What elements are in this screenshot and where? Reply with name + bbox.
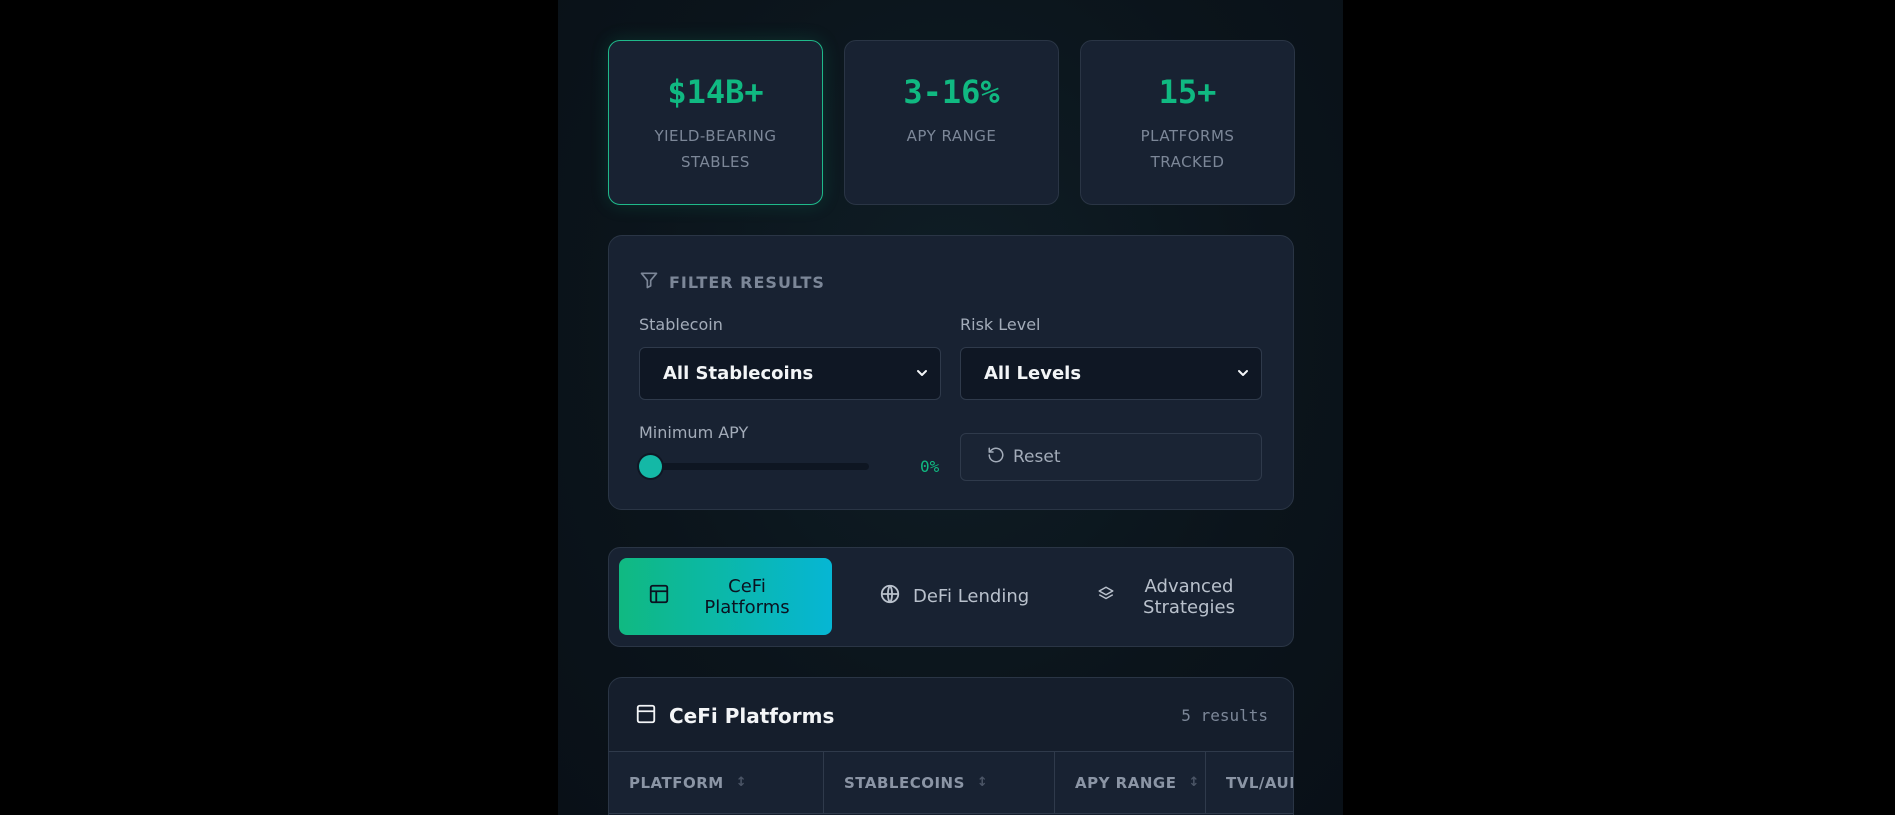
reset-label: Reset: [1013, 447, 1061, 467]
stablecoin-label: Stablecoin: [639, 315, 723, 334]
sort-icon: ↕: [976, 775, 989, 790]
tab-label: CeFi Platforms: [704, 575, 790, 618]
column-header-stablecoins[interactable]: STABLECOINS ↕: [824, 752, 1055, 813]
chevron-down-icon: [1235, 365, 1251, 386]
layout-icon: [648, 583, 670, 610]
column-label: STABLECOINS: [844, 773, 965, 792]
stat-card-apy: 3-16% APY RANGE: [844, 40, 1059, 205]
column-label: APY RANGE: [1075, 773, 1177, 792]
stat-card-stables: $14B+ YIELD-BEARING STABLES: [608, 40, 823, 205]
results-table-card: CeFi Platforms 5 results PLATFORM ↕ STAB…: [608, 677, 1294, 815]
stablecoin-select[interactable]: All Stablecoins: [639, 347, 941, 400]
filter-header: FILTER RESULTS: [639, 270, 825, 294]
table-column-headers: PLATFORM ↕ STABLECOINS ↕ APY RANGE ↕ TVL…: [609, 751, 1293, 814]
stat-card-platforms: 15+ PLATFORMS TRACKED: [1080, 40, 1295, 205]
sort-icon: ↕: [735, 775, 748, 790]
app-window: $14B+ YIELD-BEARING STABLES 3-16% APY RA…: [558, 0, 1343, 815]
tab-advanced-strategies[interactable]: Advanced Strategies: [1097, 558, 1277, 635]
column-header-apy-range[interactable]: APY RANGE ↕: [1055, 752, 1206, 813]
table-header: CeFi Platforms: [635, 703, 834, 729]
refresh-icon: [987, 446, 1005, 469]
reset-button[interactable]: Reset: [960, 433, 1262, 481]
stat-value: 15+: [1158, 73, 1217, 111]
risk-level-select-value: All Levels: [984, 363, 1082, 384]
stat-label: APY RANGE: [906, 127, 997, 145]
filter-title: FILTER RESULTS: [669, 272, 825, 292]
min-apy-slider-thumb[interactable]: [639, 455, 662, 478]
stat-value: $14B+: [667, 73, 764, 111]
stat-label: PLATFORMS TRACKED: [1140, 127, 1235, 171]
column-header-platform[interactable]: PLATFORM ↕: [609, 752, 824, 813]
risk-level-label: Risk Level: [960, 315, 1041, 334]
table-title: CeFi Platforms: [669, 704, 835, 728]
results-count: 5 results: [1181, 706, 1268, 725]
risk-level-select[interactable]: All Levels: [960, 347, 1262, 400]
column-header-tvl-aum[interactable]: TVL/AUM: [1206, 752, 1293, 813]
min-apy-value: 0%: [920, 457, 940, 476]
layers-icon: [1097, 585, 1115, 608]
category-tabs: CeFi Platforms DeFi Lending Advanced Str…: [608, 547, 1294, 647]
stats-row: $14B+ YIELD-BEARING STABLES 3-16% APY RA…: [608, 40, 1295, 205]
tab-cefi-platforms[interactable]: CeFi Platforms: [619, 558, 832, 635]
globe-icon: [879, 583, 901, 610]
filter-panel: FILTER RESULTS Stablecoin All Stablecoin…: [608, 235, 1294, 510]
min-apy-label: Minimum APY: [639, 423, 749, 442]
tab-label: DeFi Lending: [913, 586, 1030, 607]
stat-value: 3-16%: [903, 73, 1000, 111]
tab-defi-lending[interactable]: DeFi Lending: [879, 558, 1039, 635]
stat-label: YIELD-BEARING STABLES: [654, 127, 777, 171]
sort-icon: ↕: [1188, 775, 1200, 790]
tab-label: Advanced Strategies: [1143, 575, 1235, 618]
min-apy-slider-track[interactable]: [639, 463, 869, 470]
column-label: TVL/AUM: [1226, 773, 1293, 792]
filter-icon: [639, 270, 659, 294]
table-icon: [635, 703, 657, 729]
column-label: PLATFORM: [629, 773, 724, 792]
chevron-down-icon: [914, 365, 930, 386]
stablecoin-select-value: All Stablecoins: [663, 363, 814, 384]
